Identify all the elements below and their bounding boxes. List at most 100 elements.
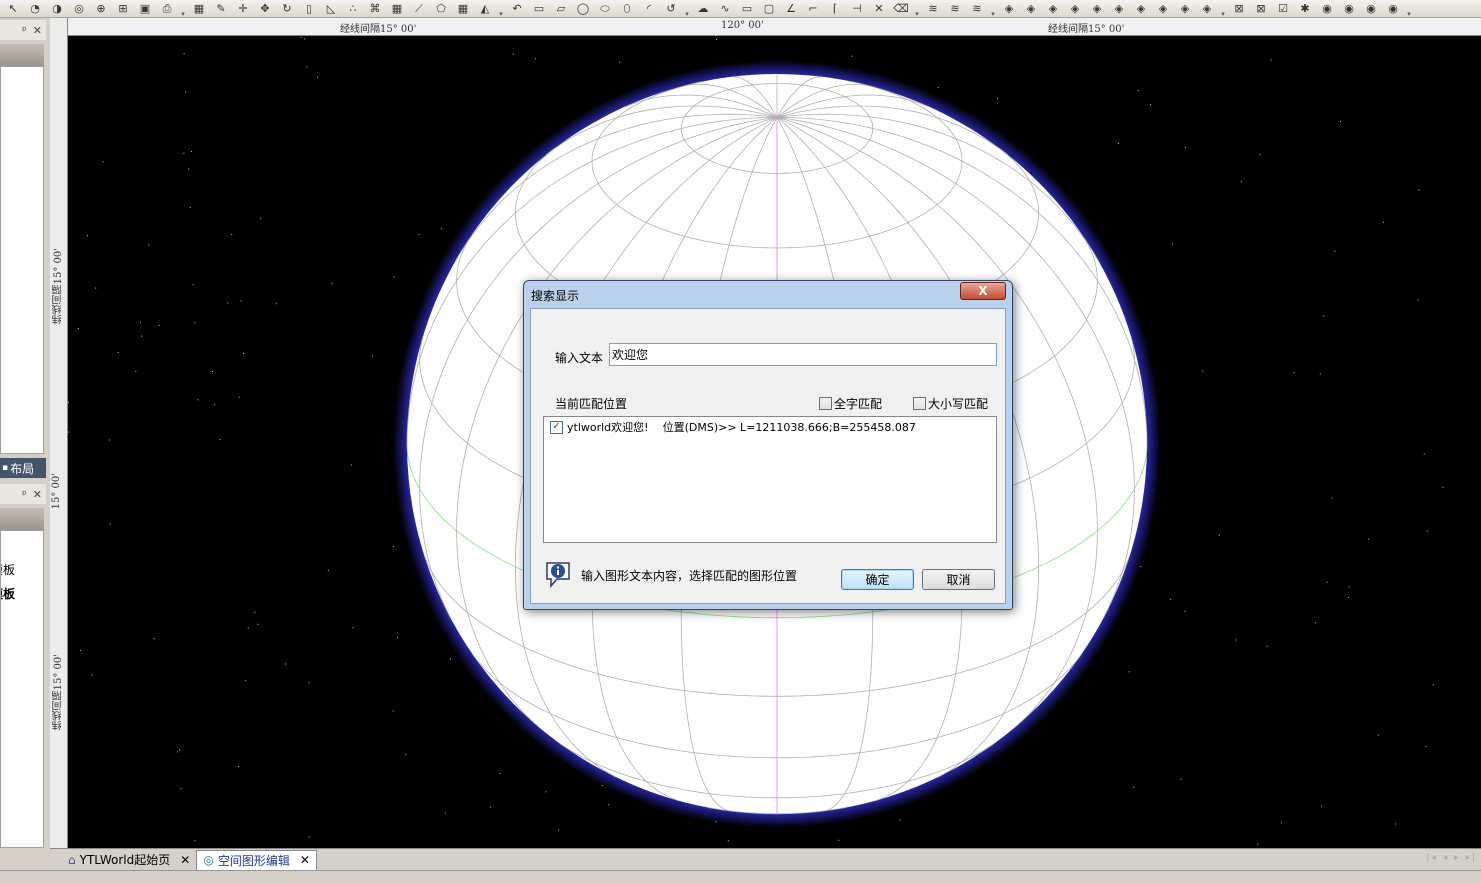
transform-2-icon[interactable]: ⊠ [1250,1,1272,17]
grid-table-icon[interactable]: ▦ [452,1,474,17]
star [1202,370,1204,372]
close-icon[interactable]: ✕ [300,853,310,867]
star [1377,734,1379,736]
star [197,399,199,401]
close-icon[interactable]: ✕ [33,24,42,37]
cross-icon[interactable]: ✕ [868,1,890,17]
tab-nav-arrows[interactable]: |◂ ◂ ▸ ▸| [1426,853,1477,863]
zoom-window-icon[interactable]: ⊞ [112,1,134,17]
feature-9-icon[interactable]: ◈ [1174,1,1196,17]
search-input[interactable] [609,343,997,366]
list-item[interactable]: ✓ ytlworld欢迎您! 位置(DMS)>> L=1211038.666;B… [550,419,916,435]
arc-icon[interactable]: ◜ [638,1,660,17]
curve-pen-icon[interactable]: ∿ [714,1,736,17]
ruler-icon[interactable]: ◺ [320,1,342,17]
template-item[interactable]: 模板 [1,585,15,602]
star [117,351,119,353]
whole-word-checkbox[interactable]: 全字匹配 [819,395,882,412]
result-checkbox[interactable]: ✓ [550,420,563,434]
cloud-icon[interactable]: ☁ [692,1,714,17]
feature-2-icon[interactable]: ◈ [1020,1,1042,17]
feature-7-icon[interactable]: ◈ [1130,1,1152,17]
eye-green-icon[interactable]: ◉ [1338,1,1360,17]
transform-icon[interactable]: ⊠ [1228,1,1250,17]
undo-curve-icon[interactable]: ↶ [506,1,528,17]
eye-green-2-icon[interactable]: ◉ [1360,1,1382,17]
circle-icon[interactable]: ◯ [572,1,594,17]
dialog-close-button[interactable]: X [960,282,1006,300]
tab-start-page[interactable]: ⌂ YTLWorld起始页 ✕ [62,850,196,870]
grid-icon[interactable]: ▦ [386,1,408,17]
star [285,663,286,665]
extent-icon[interactable]: ▣ [134,1,156,17]
mirror-icon[interactable]: ◭ [474,1,496,17]
doc-icon[interactable]: ▯ [298,1,320,17]
star [192,283,194,285]
globe-nav-icon[interactable]: ◔ [24,1,46,17]
match-case-checkbox[interactable]: 大小写匹配 [913,395,988,412]
tab-layout[interactable]: ▪ 布局 [0,458,46,478]
tab-spatial-edit[interactable]: ◎ 空间图形编辑 ✕ [196,849,317,870]
eye-green-3-icon[interactable]: ◉ [1382,1,1404,17]
layers-color-icon[interactable]: ≋ [944,1,966,17]
pan-icon[interactable]: ✥ [254,1,276,17]
rectangle-icon[interactable]: ▭ [528,1,550,17]
corner-round-icon[interactable]: ⌈ [824,1,846,17]
feature-6-icon[interactable]: ◈ [1108,1,1130,17]
refresh-icon[interactable]: ↻ [276,1,298,17]
layers-icon[interactable]: ≋ [922,1,944,17]
crosshair-icon[interactable]: ✛ [232,1,254,17]
close-icon[interactable]: ✕ [180,853,190,867]
feature-8-icon[interactable]: ◈ [1152,1,1174,17]
parallelogram-icon[interactable]: ▱ [550,1,572,17]
left-dock: ᵖ ✕ ▪ 布局 ᵖ ✕ 模板 模板 [0,18,50,884]
node-edit-icon[interactable]: ⌘ [364,1,386,17]
feature-1-icon[interactable]: ◈ [998,1,1020,17]
pen-icon[interactable]: ✎ [210,1,232,17]
zoom-tool-icon[interactable]: ◎ [68,1,90,17]
feature-3-icon[interactable]: ◈ [1042,1,1064,17]
corner-icon[interactable]: ⌐ [802,1,824,17]
checkbox-box[interactable] [819,397,832,410]
star [68,431,70,433]
rotate-view-icon[interactable]: ◑ [46,1,68,17]
loop-icon[interactable]: ↺ [660,1,682,17]
erase-icon[interactable]: ⌫ [890,1,912,17]
ok-button[interactable]: 确定 [841,569,914,590]
polygon-edit-icon[interactable]: ⬠ [430,1,452,17]
line-edit-icon[interactable]: ⟋ [408,1,430,17]
pin-icon[interactable]: ᵖ [22,24,27,37]
star [405,753,407,755]
node-icon[interactable]: ∴ [342,1,364,17]
star [244,680,246,682]
feature-10-icon[interactable]: ◈ [1196,1,1218,17]
pin-icon[interactable]: ᵖ [22,488,27,501]
top-panel-title-bar [0,44,44,66]
toolbar-overflow-icon[interactable]: ▾ [1406,0,1412,18]
rectangle-open-icon[interactable]: ▭ [736,1,758,17]
zoom-in-icon[interactable]: ⊕ [90,1,112,17]
check-table-icon[interactable]: ☑ [1272,1,1294,17]
star [350,464,352,466]
star [937,87,939,89]
checkbox-box[interactable] [913,397,926,410]
select-arrow-icon[interactable]: ↖ [2,1,24,17]
feature-5-icon[interactable]: ◈ [1086,1,1108,17]
cancel-button[interactable]: 取消 [922,569,995,590]
angle-icon[interactable]: ∠ [780,1,802,17]
extend-icon[interactable]: ⊣ [846,1,868,17]
result-list[interactable]: ✓ ytlworld欢迎您! 位置(DMS)>> L=1211038.666;B… [543,416,997,543]
print-icon[interactable]: ⎙ [156,1,178,17]
ellipse-icon[interactable]: ⬯ [616,1,638,17]
close-icon[interactable]: ✕ [33,488,42,501]
star [512,53,514,55]
top-panel-header: ᵖ ✕ [0,20,46,40]
color-icon[interactable]: ✱ [1294,1,1316,17]
ellipse-fill-icon[interactable]: ⬭ [594,1,616,17]
template-item[interactable]: 模板 [1,561,15,578]
eye-icon[interactable]: ◉ [1316,1,1338,17]
table-icon[interactable]: ▦ [188,1,210,17]
feature-4-icon[interactable]: ◈ [1064,1,1086,17]
layers-stack-icon[interactable]: ≋ [966,1,988,17]
folder-icon[interactable]: ▢ [758,1,780,17]
